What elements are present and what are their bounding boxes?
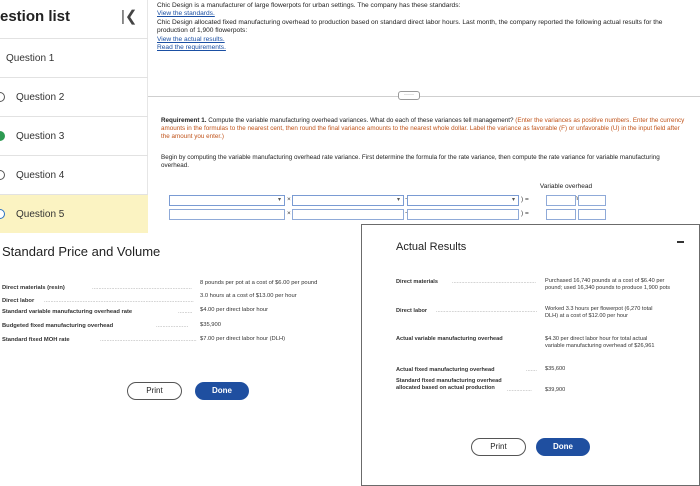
dot-leader: ....................: [156, 323, 189, 329]
variance-label-input-1[interactable]: [578, 195, 606, 206]
requirement-lead: Requirement 1.: [161, 117, 207, 124]
collapse-left-icon[interactable]: |❮: [121, 7, 137, 25]
minimize-icon[interactable]: [677, 241, 684, 243]
dot-leader: ........................................…: [100, 337, 197, 343]
view-standards-link[interactable]: View the standards.: [157, 10, 687, 18]
sidebar-item-label: Question 5: [16, 208, 65, 220]
status-ring-icon: [0, 170, 5, 180]
standards-title: Standard Price and Volume: [2, 244, 161, 259]
requirement-question: Compute the variable manufacturing overh…: [206, 117, 516, 124]
actual-row-label: Actual variable manufacturing overhead: [396, 336, 503, 342]
dot-leader: .......: [526, 367, 537, 373]
section-divider: [148, 96, 700, 97]
sidebar-item-label: Question 4: [16, 169, 65, 181]
standard-row-label: Direct labor: [2, 298, 35, 304]
operator-close-equals: ) =: [521, 196, 529, 203]
standard-row-label: Budgeted fixed manufacturing overhead: [2, 323, 114, 329]
standard-row-value: $4.00 per direct labor hour: [200, 307, 268, 313]
homework-screen: estion list |❮ Question 1 Question 2 Que…: [0, 0, 700, 486]
standard-row-label: Standard fixed MOH rate: [2, 337, 70, 343]
chevron-down-icon: ▾: [277, 197, 281, 203]
formula-dropdown-3[interactable]: ▾: [407, 195, 519, 206]
expand-toggle-button[interactable]: ·····: [398, 91, 420, 100]
sidebar-item-label: Question 2: [16, 91, 65, 103]
variance-amount-input-2[interactable]: [546, 209, 576, 220]
variance-header-line1: Variable overhead: [539, 183, 593, 190]
standard-row-label: Direct materials (resin): [2, 285, 65, 291]
actual-row-label: Direct materials: [396, 279, 438, 285]
variance-amount-input-1[interactable]: [546, 195, 576, 206]
actual-row-value: $39,900: [545, 387, 566, 393]
sidebar-item-label: Question 3: [16, 130, 65, 142]
requirement-text: Requirement 1. Compute the variable manu…: [161, 117, 689, 141]
dot-leader: ........................................…: [92, 285, 192, 291]
variance-label-input-2[interactable]: [578, 209, 606, 220]
problem-intro: Chic Design is a manufacturer of large f…: [157, 2, 461, 9]
sidebar-item-question-3[interactable]: Question 3: [0, 116, 148, 155]
standard-row-value: $35,900: [200, 322, 221, 328]
actual-row-value: $4.30 per direct labor hour for total ac…: [545, 336, 655, 349]
sidebar-item-question-2[interactable]: Question 2: [0, 77, 148, 116]
read-requirements-link[interactable]: Read the requirements.: [157, 44, 687, 52]
problem-statement: Chic Design is a manufacturer of large f…: [157, 2, 687, 52]
actual-row-label: Standard fixed manufacturing overhead al…: [396, 378, 502, 391]
actual-row-value: Purchased 16,740 pounds at a cost of $6.…: [545, 278, 671, 291]
actual-row-label: Actual fixed manufacturing overhead: [396, 367, 495, 373]
chevron-down-icon: ▾: [396, 197, 400, 203]
view-actual-results-link[interactable]: View the actual results.: [157, 36, 687, 44]
sidebar-item-label: Question 1: [6, 52, 55, 64]
status-ring-icon: [0, 92, 5, 102]
dot-leader: ................: [507, 387, 532, 393]
operator-close-equals: ) =: [521, 210, 529, 217]
actual-results-title: Actual Results: [396, 241, 467, 253]
standard-row-value: 8 pounds per pot at a cost of $6.00 per …: [200, 280, 318, 286]
sidebar-item-question-1[interactable]: Question 1: [0, 38, 148, 77]
dot-leader: ........................................…: [44, 298, 194, 304]
actual-row-value: $35,600: [545, 366, 566, 372]
standard-row-label: Standard variable manufacturing overhead…: [2, 309, 133, 315]
formula-input-3[interactable]: [407, 209, 519, 220]
standard-row-value: 3.0 hours at a cost of $13.00 per hour: [200, 293, 297, 299]
chevron-down-icon: ▾: [511, 197, 515, 203]
standards-panel: Direct materials (resin) ...............…: [0, 270, 362, 486]
formula-dropdown-1[interactable]: ▾: [169, 195, 285, 206]
actual-results-panel: Actual Results Direct materials ........…: [361, 224, 700, 486]
dot-leader: .........: [178, 309, 193, 315]
print-button[interactable]: Print: [127, 382, 182, 400]
actual-row-value: Worked 3.3 hours per flowerpot (6,270 to…: [545, 306, 653, 319]
formula-input-1[interactable]: [169, 209, 285, 220]
sidebar-item-question-5[interactable]: Question 5: [0, 194, 148, 233]
formula-input-2[interactable]: [292, 209, 404, 220]
print-button[interactable]: Print: [471, 438, 526, 456]
standard-row-value: $7.00 per direct labor hour (DLH): [200, 336, 286, 342]
problem-body: Chic Design allocated fixed manufacturin…: [157, 18, 663, 35]
status-ring-icon: [0, 209, 5, 219]
done-button[interactable]: Done: [536, 438, 590, 456]
completed-dot-icon: [0, 131, 5, 141]
dot-leader: ........................................…: [436, 308, 538, 314]
formula-dropdown-2[interactable]: ▾: [292, 195, 404, 206]
done-button[interactable]: Done: [195, 382, 249, 400]
begin-instructions: Begin by computing the variable manufact…: [161, 154, 660, 169]
sidebar-title: estion list: [0, 8, 71, 25]
sidebar-item-question-4[interactable]: Question 4: [0, 155, 148, 194]
question-list-sidebar: estion list |❮ Question 1 Question 2 Que…: [0, 0, 148, 233]
dot-leader: ........................................…: [452, 279, 536, 285]
actual-row-label: Direct labor: [396, 308, 428, 314]
